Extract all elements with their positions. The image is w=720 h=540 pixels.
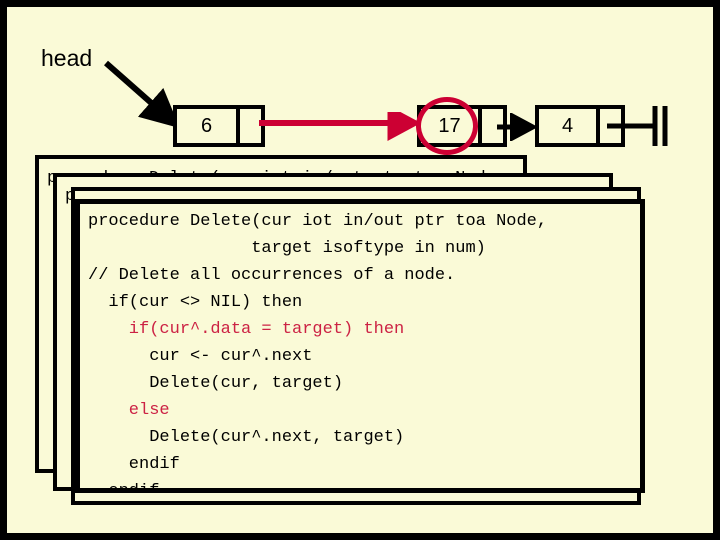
linked-list-diagram: 6 17 4 [7,7,713,167]
code-block: procedure Delete(cur iot in/out ptr toa … [88,208,548,493]
code-line: endif [88,482,160,493]
code-line: Delete(cur, target) [88,374,344,393]
list-node: 6 [173,105,265,147]
code-line: // Delete all occurrences of a node. [88,266,456,285]
node-value: 6 [177,109,241,143]
node-value: 4 [539,109,601,143]
code-line: procedure Delete(cur iot in/out ptr toa … [88,212,548,231]
code-line: endif [88,455,180,474]
code-line: else [88,401,170,420]
red-circle-highlight-icon [416,97,478,155]
nil-ground-icon [607,106,668,146]
code-line: Delete(cur^.next, target) [88,428,405,447]
code-card-stack: procedure Delete(cur iot in/out ptr toa … [35,155,675,505]
slide-canvas: head 6 17 4 procedure Delete(cur iot in/… [0,0,720,540]
red-long-arrow-icon [259,112,422,141]
code-card-front: procedure Delete(cur iot in/out ptr toa … [75,199,645,493]
code-line: cur <- cur^.next [88,347,313,366]
code-line: if(cur <> NIL) then [88,293,303,312]
code-line: if(cur^.data = target) then [88,320,405,339]
code-line: target isoftype in num) [88,239,486,258]
